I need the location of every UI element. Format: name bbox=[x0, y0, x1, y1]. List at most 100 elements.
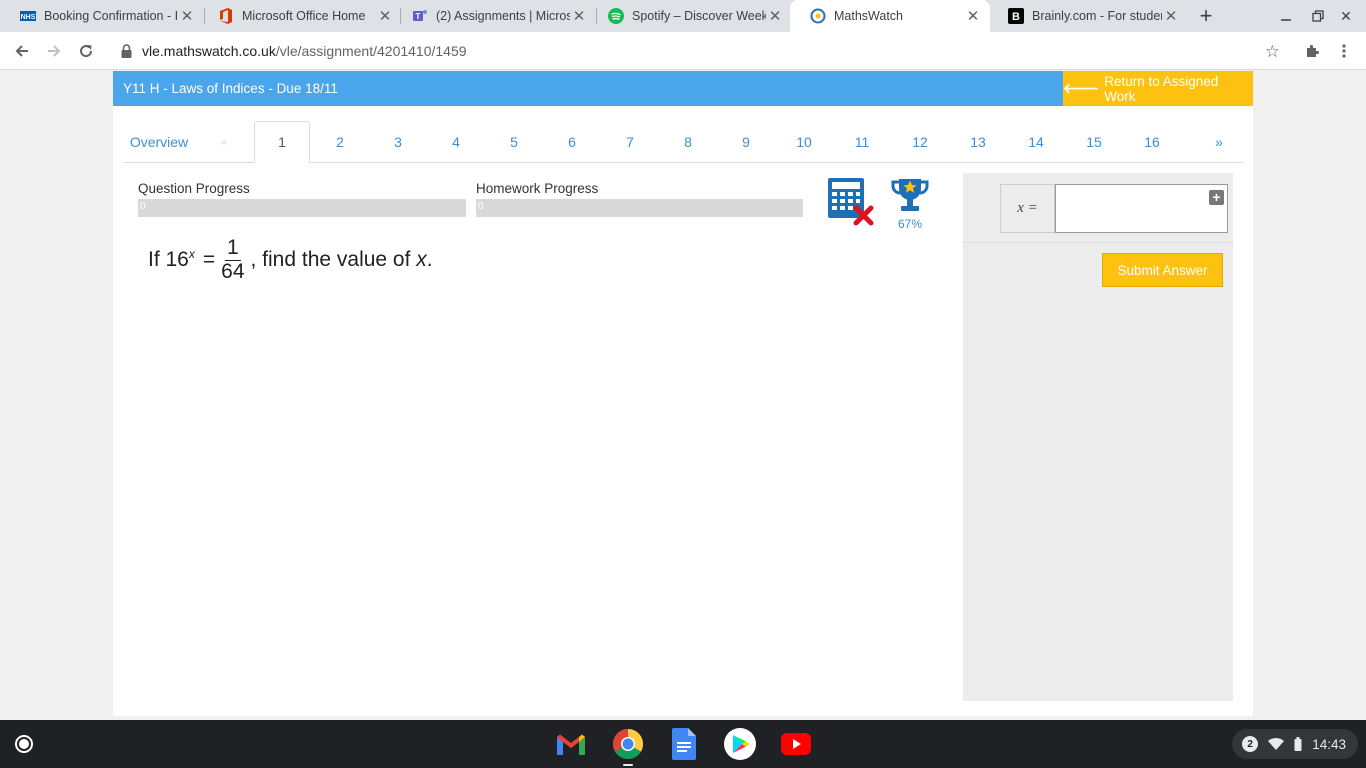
menu-icon[interactable] bbox=[1334, 41, 1354, 61]
question-fraction: 1 64 bbox=[219, 237, 246, 282]
battery-icon bbox=[1294, 737, 1302, 751]
youtube-icon[interactable] bbox=[780, 728, 812, 760]
assignment-title: Y11 H - Laws of Indices - Due 18/11 bbox=[123, 81, 338, 96]
browser-tab-office[interactable]: Microsoft Office Home ✕ bbox=[198, 0, 402, 32]
question-end: . bbox=[426, 248, 433, 271]
tab-question-10[interactable]: 10 bbox=[789, 121, 819, 163]
play-store-icon[interactable] bbox=[724, 728, 756, 760]
fraction-numerator: 1 bbox=[224, 236, 241, 261]
tab-question-14[interactable]: 14 bbox=[1021, 121, 1051, 163]
docs-icon[interactable] bbox=[668, 728, 700, 760]
address-bar[interactable]: vle.mathswatch.co.uk/vle/assignment/4201… bbox=[110, 36, 1296, 66]
browser-tab-brainly[interactable]: B Brainly.com - For studen ✕ bbox=[988, 0, 1188, 32]
question-exponent: x bbox=[188, 247, 195, 261]
trophy-icon bbox=[890, 176, 930, 216]
clock-time: 14:43 bbox=[1312, 736, 1346, 752]
tab-question-16[interactable]: 16 bbox=[1137, 121, 1167, 163]
tab-question-2[interactable]: 2 bbox=[325, 121, 355, 163]
browser-tab-mathswatch[interactable]: MathsWatch ✕ bbox=[790, 0, 990, 32]
browser-tab-spotify[interactable]: Spotify – Discover Week ✕ bbox=[588, 0, 792, 32]
url-path: /vle/assignment/4201410/1459 bbox=[275, 43, 467, 59]
forward-icon[interactable] bbox=[42, 39, 66, 63]
tab-question-11[interactable]: 11 bbox=[847, 121, 877, 163]
trophy-percent: 67% bbox=[897, 217, 923, 231]
question-progress-label: Question Progress bbox=[138, 181, 250, 196]
expand-keypad-icon[interactable]: + bbox=[1209, 190, 1224, 205]
tab-question-3[interactable]: 3 bbox=[383, 121, 413, 163]
status-tray[interactable]: 2 14:43 bbox=[1232, 729, 1358, 759]
tab-title: MathsWatch bbox=[834, 9, 904, 23]
restore-icon[interactable] bbox=[1307, 5, 1329, 27]
tab-overview[interactable]: Overview bbox=[123, 121, 195, 163]
close-tab-icon[interactable]: ✕ bbox=[1162, 7, 1180, 25]
question-progress-bar: 0 bbox=[138, 199, 466, 217]
tab-question-1[interactable]: 1 bbox=[254, 121, 310, 163]
launcher-icon[interactable] bbox=[12, 732, 36, 756]
office-icon bbox=[218, 8, 234, 24]
homework-progress-bar: 0 bbox=[476, 199, 803, 217]
close-window-icon[interactable]: ✕ bbox=[1335, 5, 1357, 27]
url-text: vle.mathswatch.co.uk/vle/assignment/4201… bbox=[142, 43, 467, 59]
browser-tab-booking[interactable]: NHS Booking Confirmation - I ✕ bbox=[0, 0, 204, 32]
question-text: If 16 x = 1 64 , find the value of x. bbox=[148, 235, 433, 285]
homework-progress-value: 0 bbox=[478, 201, 484, 212]
tab-next[interactable]: » bbox=[1207, 121, 1231, 163]
minimize-icon[interactable] bbox=[1275, 5, 1297, 27]
answer-input[interactable] bbox=[1055, 184, 1228, 233]
browser-tab-teams[interactable]: T (2) Assignments | Micros ✕ bbox=[392, 0, 596, 32]
assignment-banner: Y11 H - Laws of Indices - Due 18/11 🡐 Re… bbox=[113, 71, 1253, 106]
reload-icon[interactable] bbox=[74, 39, 98, 63]
tab-question-12[interactable]: 12 bbox=[905, 121, 935, 163]
question-variable: x bbox=[416, 248, 427, 271]
arrow-left-icon: 🡐 bbox=[1063, 80, 1100, 96]
back-icon[interactable] bbox=[10, 39, 34, 63]
browser-toolbar: vle.mathswatch.co.uk/vle/assignment/4201… bbox=[0, 32, 1366, 70]
chrome-icon[interactable] bbox=[612, 728, 644, 760]
close-tab-icon[interactable]: ✕ bbox=[766, 7, 784, 25]
svg-text:B: B bbox=[1012, 11, 1020, 23]
tab-question-13[interactable]: 13 bbox=[963, 121, 993, 163]
answer-label: x = bbox=[1000, 184, 1055, 233]
close-tab-icon[interactable]: ✕ bbox=[964, 7, 982, 25]
os-shelf: 2 14:43 bbox=[0, 720, 1366, 768]
notification-count: 2 bbox=[1242, 736, 1259, 752]
teams-icon: T bbox=[412, 8, 428, 24]
tab-question-7[interactable]: 7 bbox=[615, 121, 645, 163]
tab-prev[interactable]: « bbox=[213, 121, 235, 163]
tab-title: Spotify – Discover Week bbox=[632, 9, 766, 23]
question-equals: = bbox=[202, 248, 216, 271]
mathswatch-icon bbox=[810, 8, 826, 24]
active-app-indicator bbox=[623, 764, 633, 766]
fraction-denominator: 64 bbox=[221, 259, 245, 283]
homework-progress-label: Homework Progress bbox=[476, 181, 599, 196]
tab-question-4[interactable]: 4 bbox=[441, 121, 471, 163]
tab-question-15[interactable]: 15 bbox=[1079, 121, 1109, 163]
tab-title: Booking Confirmation - I bbox=[44, 9, 178, 23]
gmail-icon[interactable] bbox=[555, 728, 587, 760]
bookmark-star-icon[interactable]: ☆ bbox=[1265, 42, 1280, 62]
submit-answer-button[interactable]: Submit Answer bbox=[1102, 253, 1223, 287]
tab-question-5[interactable]: 5 bbox=[499, 121, 529, 163]
return-label: Return to Assigned Work bbox=[1104, 73, 1219, 104]
calculator-not-allowed-icon bbox=[828, 178, 874, 226]
svg-text:T: T bbox=[416, 12, 421, 21]
svg-text:NHS: NHS bbox=[21, 14, 36, 21]
wifi-icon bbox=[1268, 737, 1285, 751]
question-suffix: , find the value of bbox=[250, 248, 417, 271]
close-tab-icon[interactable]: ✕ bbox=[570, 7, 588, 25]
question-prefix: If 16 bbox=[148, 248, 189, 271]
return-to-assigned-work-button[interactable]: 🡐 Return to Assigned Work bbox=[1063, 71, 1253, 106]
new-tab-icon[interactable]: + bbox=[1194, 3, 1218, 28]
tab-question-9[interactable]: 9 bbox=[731, 121, 761, 163]
answer-panel: x = + Submit Answer bbox=[963, 173, 1233, 701]
extensions-icon[interactable] bbox=[1302, 41, 1322, 61]
browser-tab-strip: NHS Booking Confirmation - I ✕ Microsoft… bbox=[0, 0, 1366, 32]
question-tabs: Overview « 1 2 3 4 5 6 7 8 9 10 11 12 13… bbox=[123, 121, 1243, 163]
tab-title: (2) Assignments | Micros bbox=[436, 9, 570, 23]
url-domain: vle.mathswatch.co.uk bbox=[142, 43, 276, 59]
lock-icon[interactable] bbox=[118, 43, 134, 59]
tab-question-8[interactable]: 8 bbox=[673, 121, 703, 163]
tab-question-6[interactable]: 6 bbox=[557, 121, 587, 163]
answer-label-text: x = bbox=[1017, 200, 1038, 216]
close-tab-icon[interactable]: ✕ bbox=[178, 7, 196, 25]
